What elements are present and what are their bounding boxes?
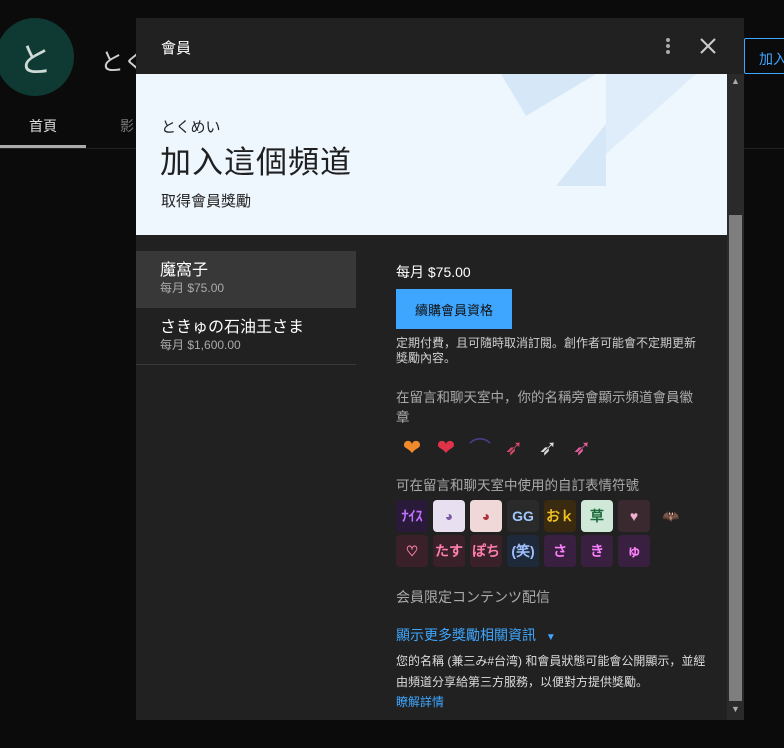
tier-item-1[interactable]: 魔窩子 每月 $75.00: [136, 251, 356, 308]
tier-list: 魔窩子 每月 $75.00 さきゅの石油王さま 每月 $1,600.00: [136, 251, 356, 365]
more-vert-icon: [666, 38, 670, 54]
wing-badge-icon: ⌒: [468, 437, 491, 462]
avatar[interactable]: と: [0, 18, 74, 96]
join-caption: 取得會員獎勵: [161, 193, 252, 210]
badge-row: ❤ ❤ ⌒ ➶ ➶ ➶: [396, 432, 706, 464]
tier-item-2[interactable]: さきゅの石油王さま 每月 $1,600.00: [136, 308, 356, 365]
billing-note: 定期付費，且可隨時取消訂閱。創作者可能會不定期更新獎勵內容。: [396, 336, 697, 365]
badges-label: 在留言和聊天室中，你的名稱旁會顯示頻道會員徽章: [396, 390, 693, 425]
character-red-emote-icon: ◕: [470, 500, 502, 532]
join-heading: 加入這個頻道: [160, 145, 352, 181]
tasu-emote-icon: たす: [433, 535, 465, 567]
laugh-emote-icon: (笑): [507, 535, 539, 567]
tier-price: 每月 $1,600.00: [160, 338, 241, 352]
show-more-rewards-label: 顯示更多獎勵相關資訊: [396, 627, 536, 643]
learn-more-link[interactable]: 瞭解詳情: [396, 693, 706, 710]
show-more-rewards-link[interactable]: 顯示更多獎勵相關資訊 ▼: [396, 625, 706, 645]
renew-membership-button[interactable]: 續購會員資格: [396, 289, 512, 329]
tab-home[interactable]: 首頁: [0, 112, 86, 148]
dialog-header: 會員: [136, 18, 744, 74]
yu-emote-icon: ゅ: [618, 535, 650, 567]
tier-name: さきゅの石油王さま: [160, 319, 305, 336]
exclusive-content-label: 会員限定コンテンツ配信: [396, 589, 550, 605]
more-options-button[interactable]: [658, 34, 678, 58]
close-icon: [700, 38, 716, 54]
bat-emote-icon: 🦇: [655, 500, 687, 532]
nice-emote-icon: ﾅｲｽ: [396, 500, 428, 532]
heart-red-badge-icon: ❤: [436, 435, 456, 460]
arrow-heart-white-badge-icon: ➶: [538, 435, 558, 460]
tier-detail-price: 每月 $75.00: [396, 264, 471, 280]
character-emote-icon: ◕: [433, 500, 465, 532]
sa-emote-icon: さ: [544, 535, 576, 567]
tier-detail: 每月 $75.00 續購會員資格 定期付費，且可隨時取消訂閱。創作者可能會不定期…: [396, 251, 706, 710]
scroll-up-arrow-icon[interactable]: ▲: [727, 74, 744, 88]
caret-down-icon: ▼: [545, 632, 556, 643]
tier-price: 每月 $75.00: [160, 281, 225, 295]
close-button[interactable]: [697, 35, 719, 57]
dialog-title: 會員: [161, 40, 192, 57]
gg-emote-icon: GG: [507, 500, 539, 532]
scrollbar-thumb[interactable]: [729, 215, 742, 701]
membership-dialog: 會員 とくめい 加入這個頻道 取得會員獎勵 魔窩子 每月 $75.00 さきゅの…: [136, 18, 744, 720]
emotes-label: 可在留言和聊天室中使用的自訂表情符號: [396, 478, 639, 493]
tier-name: 魔窩子: [160, 262, 209, 279]
join-hero-banner: とくめい 加入這個頻道 取得會員獎勵: [136, 74, 727, 235]
grass-emote-icon: 草: [581, 500, 613, 532]
ki-emote-icon: き: [581, 535, 613, 567]
privacy-disclaimer: 您的名稱 (兼三み#台湾) 和會員狀態可能會公開顯示，並經由頻道分享給第三方服務…: [396, 654, 706, 689]
arrow-heart-pink-badge-icon: ➶: [572, 435, 592, 460]
heart-half-badge-icon: ❤: [402, 435, 422, 460]
arrow-heart-badge-icon: ➶: [504, 435, 524, 460]
ok-emote-icon: おｋ: [544, 500, 576, 532]
emote-grid: ﾅｲｽ ◕ ◕ GG おｋ 草 ♥ 🦇 ♡ たす ぽち (笑) さきゅ: [396, 500, 696, 567]
scroll-down-arrow-icon[interactable]: ▼: [727, 702, 744, 716]
pochi-emote-icon: ぽち: [470, 535, 502, 567]
lips-emote-icon: ♡: [396, 535, 428, 567]
tab-videos[interactable]: 影: [120, 112, 134, 140]
channel-kana: とくめい: [161, 118, 221, 136]
join-button[interactable]: 加入: [744, 38, 784, 74]
heart-emote-icon: ♥: [618, 500, 650, 532]
